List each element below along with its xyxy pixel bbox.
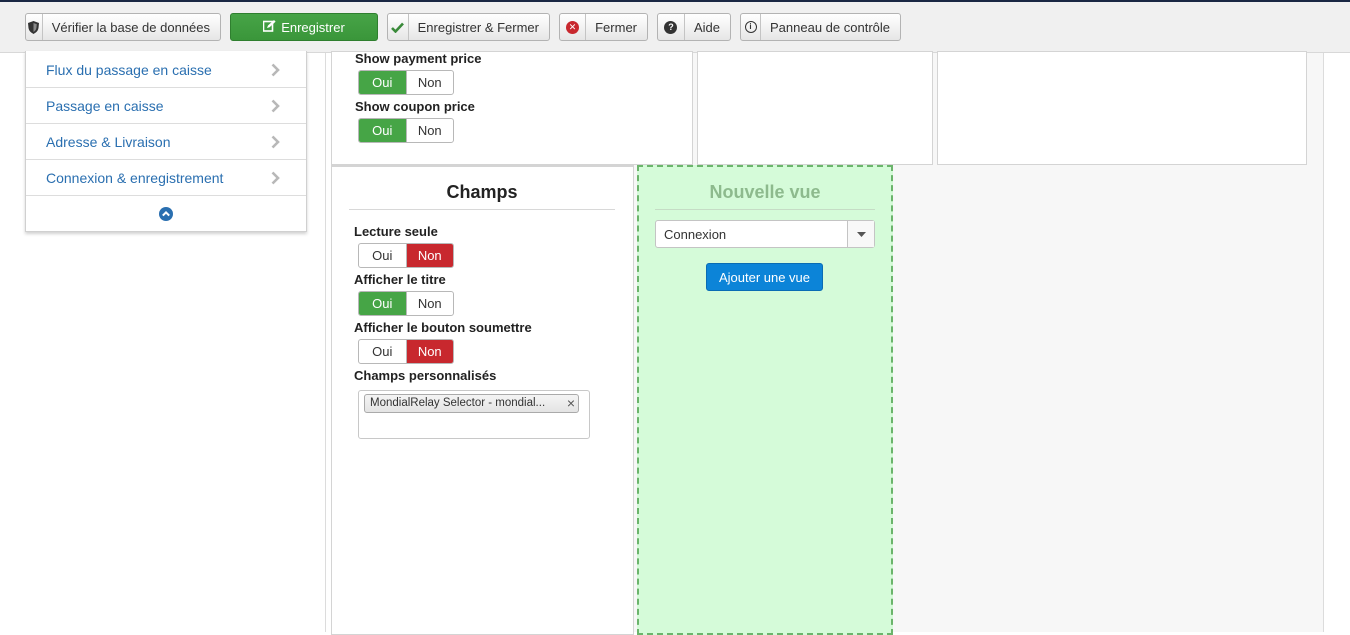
save-label: Enregistrer bbox=[281, 19, 345, 35]
check-database-button[interactable]: Vérifier la base de données bbox=[25, 13, 221, 41]
close-button[interactable]: ✕ Fermer bbox=[559, 13, 648, 41]
help-label: Aide bbox=[693, 19, 720, 35]
shield-icon bbox=[26, 14, 43, 40]
toggle-yes[interactable]: Oui bbox=[359, 340, 406, 363]
check-database-label: Vérifier la base de données bbox=[51, 19, 210, 35]
add-view-button[interactable]: Ajouter une vue bbox=[706, 263, 823, 291]
field-label: Champs personnalisés bbox=[354, 368, 497, 383]
toggle-no[interactable]: Non bbox=[405, 340, 453, 363]
toggle-yes[interactable]: Oui bbox=[359, 244, 406, 267]
sidebar-item-label: Adresse & Livraison bbox=[46, 133, 171, 150]
edit-icon bbox=[262, 19, 276, 35]
chevron-right-icon bbox=[271, 99, 280, 112]
field-label: Afficher le bouton soumettre bbox=[354, 320, 532, 335]
caret-down-icon bbox=[847, 221, 874, 247]
toggle-no[interactable]: Non bbox=[405, 292, 454, 315]
select-value: Connexion bbox=[664, 226, 727, 242]
toggle-no[interactable]: Non bbox=[405, 71, 454, 94]
show-payment-price-toggle[interactable]: Oui Non bbox=[358, 70, 454, 95]
close-label: Fermer bbox=[595, 19, 637, 35]
remove-tag-icon[interactable]: × bbox=[567, 395, 575, 412]
chevron-right-icon bbox=[271, 63, 280, 76]
toggle-no[interactable]: Non bbox=[405, 119, 454, 142]
field-label: Afficher le titre bbox=[354, 272, 446, 287]
collapse-menu-button[interactable] bbox=[26, 196, 306, 232]
chevron-up-circle-icon bbox=[159, 207, 173, 221]
sidebar-item-label: Connexion & enregistrement bbox=[46, 169, 224, 186]
check-icon bbox=[388, 14, 409, 40]
control-panel-label: Panneau de contrôle bbox=[770, 19, 890, 35]
close-circle-icon: ✕ bbox=[560, 14, 587, 40]
view-type-select[interactable]: Connexion bbox=[655, 220, 875, 248]
sidebar-item-checkout[interactable]: Passage en caisse bbox=[26, 88, 306, 124]
new-view-title: Nouvelle vue bbox=[655, 176, 875, 210]
field-label: Show coupon price bbox=[355, 99, 475, 114]
save-button[interactable]: Enregistrer bbox=[230, 13, 378, 41]
sidebar-item-address-shipping[interactable]: Adresse & Livraison bbox=[26, 124, 306, 160]
custom-field-tag: MondialRelay Selector - mondial... × bbox=[364, 394, 579, 413]
sidebar-item-label: Flux du passage en caisse bbox=[46, 61, 212, 78]
chevron-right-icon bbox=[271, 135, 280, 148]
show-coupon-price-toggle[interactable]: Oui Non bbox=[358, 118, 454, 143]
toggle-no[interactable]: Non bbox=[405, 244, 453, 267]
field-label: Lecture seule bbox=[354, 224, 438, 239]
save-close-label: Enregistrer & Fermer bbox=[417, 19, 539, 35]
tag-label: MondialRelay Selector - mondial... bbox=[370, 397, 546, 409]
sidebar-item-login-register[interactable]: Connexion & enregistrement bbox=[26, 160, 306, 196]
sidebar-item-label: Passage en caisse bbox=[46, 97, 164, 114]
show-submit-button-toggle[interactable]: Oui Non bbox=[358, 339, 454, 364]
question-icon: ? bbox=[658, 14, 685, 40]
chevron-right-icon bbox=[271, 171, 280, 184]
toggle-yes[interactable]: Oui bbox=[359, 119, 406, 142]
fields-panel-title: Champs bbox=[349, 176, 615, 210]
view-box-empty-2 bbox=[937, 51, 1307, 165]
read-only-toggle[interactable]: Oui Non bbox=[358, 243, 454, 268]
toggle-yes[interactable]: Oui bbox=[359, 71, 406, 94]
view-box-empty-1 bbox=[697, 51, 933, 165]
custom-fields-input[interactable]: MondialRelay Selector - mondial... × bbox=[358, 390, 590, 439]
sidebar-item-checkout-flow[interactable]: Flux du passage en caisse bbox=[26, 52, 306, 88]
toggle-yes[interactable]: Oui bbox=[359, 292, 406, 315]
sidebar-divider bbox=[325, 53, 326, 632]
sidebar-menu: Flux du passage en caisse Passage en cai… bbox=[25, 51, 307, 232]
help-button[interactable]: ? Aide bbox=[657, 13, 731, 41]
show-title-toggle[interactable]: Oui Non bbox=[358, 291, 454, 316]
control-panel-button[interactable]: i Panneau de contrôle bbox=[740, 13, 901, 41]
field-label: Show payment price bbox=[355, 51, 482, 66]
toolbar: Vérifier la base de données Enregistrer … bbox=[0, 0, 1350, 53]
info-icon: i bbox=[741, 14, 762, 40]
save-close-button[interactable]: Enregistrer & Fermer bbox=[387, 13, 550, 41]
